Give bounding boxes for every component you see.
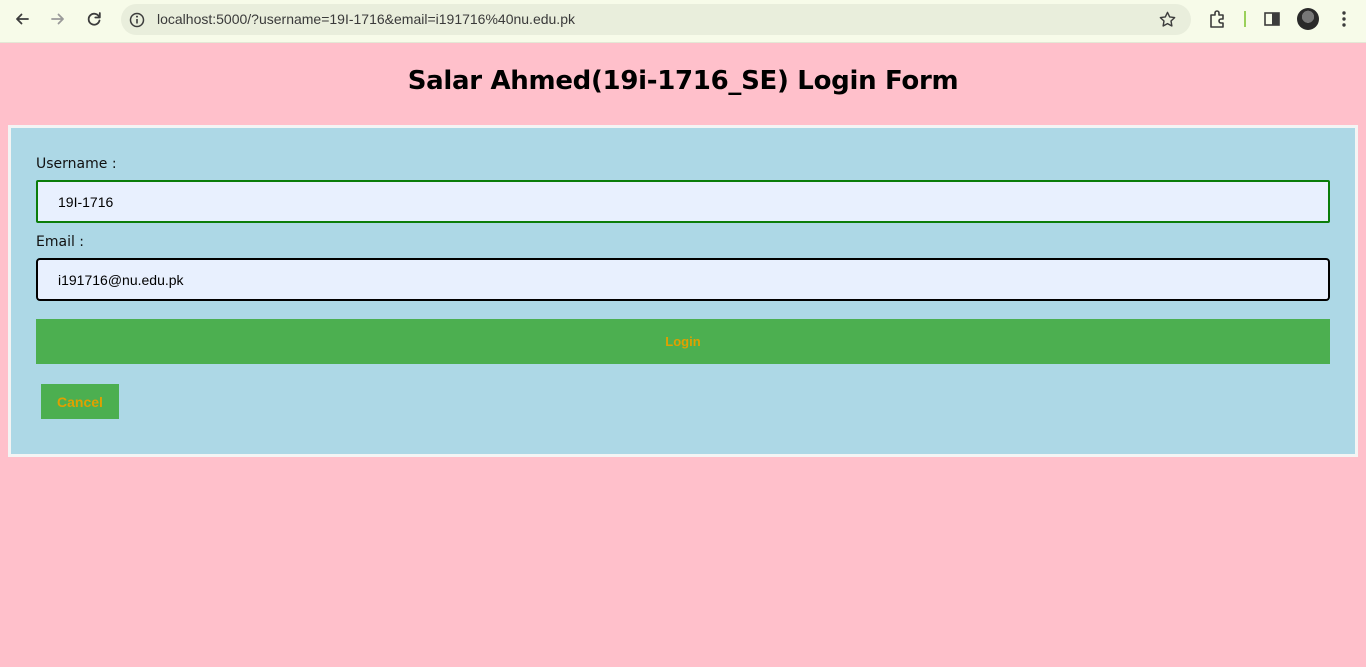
email-input[interactable] bbox=[36, 258, 1330, 301]
username-label: Username : bbox=[36, 156, 117, 172]
url-text[interactable]: localhost:5000/?username=19I-1716&email=… bbox=[157, 11, 575, 27]
login-form: Username : Email : Login Cancel bbox=[8, 125, 1358, 457]
login-button[interactable]: Login bbox=[36, 319, 1330, 364]
back-button[interactable] bbox=[8, 7, 36, 31]
email-label: Email : bbox=[36, 234, 85, 250]
avatar[interactable] bbox=[1297, 8, 1319, 30]
forward-arrow-icon bbox=[51, 13, 64, 25]
page-title: Salar Ahmed(19i-1716_SE) Login Form bbox=[407, 66, 959, 96]
back-arrow-icon bbox=[16, 13, 29, 25]
side-panel-icon[interactable] bbox=[1262, 9, 1282, 29]
kebab-menu-icon[interactable] bbox=[1335, 9, 1353, 29]
address-bar[interactable]: localhost:5000/?username=19I-1716&email=… bbox=[121, 4, 1191, 35]
cancel-button[interactable]: Cancel bbox=[41, 384, 119, 419]
puzzle-icon[interactable] bbox=[1207, 8, 1229, 30]
star-icon[interactable] bbox=[1158, 10, 1177, 29]
username-input[interactable] bbox=[36, 180, 1330, 223]
forward-button[interactable] bbox=[44, 7, 72, 31]
reload-icon bbox=[87, 12, 101, 26]
toolbar-divider bbox=[1244, 11, 1246, 27]
browser-toolbar: localhost:5000/?username=19I-1716&email=… bbox=[0, 0, 1366, 43]
reload-button[interactable] bbox=[80, 7, 108, 31]
site-info-icon[interactable] bbox=[128, 11, 146, 29]
